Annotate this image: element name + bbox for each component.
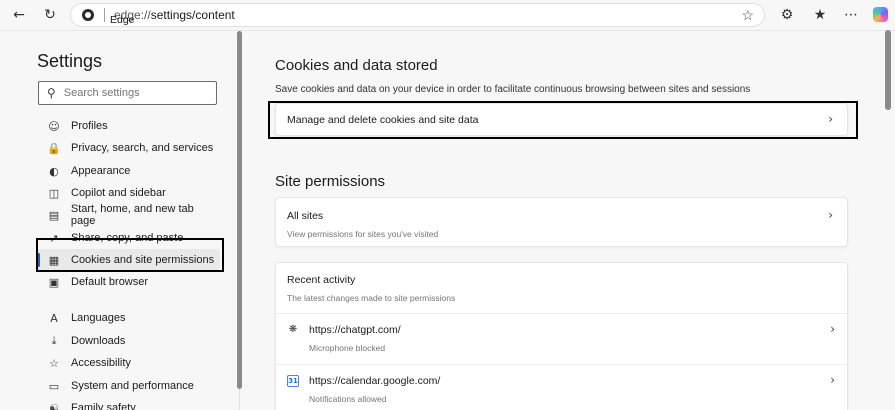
chevron-right-icon: › — [830, 373, 835, 387]
search-placeholder: Search settings — [63, 87, 140, 99]
laptop-icon: ▭ — [48, 379, 60, 393]
search-icon: ⚲ — [47, 86, 56, 100]
sidebar-highlight-box — [36, 238, 224, 272]
recent-activity-subtitle: The latest changes made to site permissi… — [287, 293, 456, 303]
address-divider — [104, 8, 105, 22]
refresh-icon[interactable]: ↻ — [39, 4, 61, 26]
chatgpt-icon: ❋ — [288, 324, 298, 335]
manage-cookies-highlight-box — [268, 101, 858, 139]
sidebar-item-start-home[interactable]: ▤ Start, home, and new tab page — [37, 203, 220, 227]
favorite-star-icon[interactable]: ☆ — [741, 7, 754, 24]
chevron-right-icon: › — [830, 322, 835, 336]
sidebar-item-label: Family safety — [71, 402, 136, 410]
favorites-icon[interactable]: ★ — [809, 4, 831, 26]
profile-icon: ☺ — [48, 119, 60, 133]
sidebar-item-label: Start, home, and new tab page — [70, 203, 194, 227]
cookies-description: Save cookies and data on your device in … — [275, 84, 751, 95]
recent-site-row[interactable]: ❋ https://chatgpt.com/ Microphone blocke… — [276, 313, 849, 363]
address-bar[interactable]: Edge edge://settings/content ☆ — [70, 3, 765, 27]
sidebar-item-copilot[interactable]: ◫ Copilot and sidebar — [37, 182, 220, 204]
google-calendar-icon: 31 — [287, 375, 299, 387]
palette-icon: ◐ — [49, 164, 59, 178]
recent-site-row[interactable]: 31 https://calendar.google.com/ Notifica… — [276, 364, 849, 410]
copilot-icon[interactable] — [873, 7, 888, 22]
cookies-heading: Cookies and data stored — [275, 57, 438, 74]
site-permissions-heading: Site permissions — [275, 173, 386, 190]
sidebar-item-label: Default browser — [71, 276, 149, 288]
url-path: settings/content — [150, 8, 235, 22]
address-site-name: Edge — [110, 14, 135, 26]
browser-toolbar: ← ↻ Edge edge://settings/content ☆ ⚙ ★ ⋯ — [0, 0, 895, 30]
search-settings-input[interactable]: ⚲ Search settings — [38, 81, 217, 105]
settings-sidebar: Settings ⚲ Search settings ☺ Profiles 🔒 … — [4, 31, 242, 410]
sidebar-item-profiles[interactable]: ☺ Profiles — [37, 115, 220, 137]
all-sites-card[interactable]: All sites View permissions for sites you… — [275, 197, 848, 247]
sidebar-item-privacy[interactable]: 🔒 Privacy, search, and services — [37, 137, 220, 159]
sidebar-item-downloads[interactable]: ⤓ Downloads — [37, 330, 220, 352]
back-icon[interactable]: ← — [8, 4, 30, 26]
sidebar-item-label: Accessibility — [71, 357, 131, 369]
sidebar-item-label: Languages — [71, 312, 126, 324]
sidebar-icon: ◫ — [48, 186, 60, 200]
sidebar-item-label: Privacy, search, and services — [71, 142, 214, 154]
all-sites-title: All sites — [287, 210, 324, 222]
accessibility-icon: ☆ — [49, 356, 59, 370]
main-scrollbar-thumb[interactable] — [885, 30, 891, 110]
browser-icon: ▣ — [48, 275, 60, 289]
extensions-icon[interactable]: ⚙ — [776, 4, 798, 26]
sidebar-item-label: Downloads — [71, 335, 126, 347]
recent-site-status: Notifications allowed — [309, 394, 387, 404]
home-icon: ▤ — [48, 208, 60, 222]
sidebar-item-label: System and performance — [71, 380, 194, 392]
sidebar-item-default-browser[interactable]: ▣ Default browser — [37, 271, 220, 293]
lock-icon: 🔒 — [47, 141, 61, 155]
language-icon: A — [50, 311, 58, 325]
recent-site-status: Microphone blocked — [309, 343, 386, 353]
settings-frame: Settings ⚲ Search settings ☺ Profiles 🔒 … — [0, 30, 895, 410]
recent-activity-card: Recent activity The latest changes made … — [275, 262, 849, 410]
recent-site-name: https://calendar.google.com/ — [309, 375, 441, 387]
download-icon: ⤓ — [51, 334, 57, 347]
all-sites-subtitle: View permissions for sites you've visite… — [287, 229, 439, 239]
sidebar-item-label: Profiles — [71, 120, 108, 132]
settings-title: Settings — [37, 51, 103, 71]
sidebar-item-system[interactable]: ▭ System and performance — [37, 375, 220, 397]
chevron-right-icon: › — [828, 208, 833, 222]
sidebar-item-label: Appearance — [71, 165, 131, 177]
more-options-icon[interactable]: ⋯ — [840, 4, 862, 26]
sidebar-item-label: Copilot and sidebar — [71, 187, 166, 199]
recent-site-name: https://chatgpt.com/ — [309, 324, 401, 336]
recent-activity-title: Recent activity — [287, 274, 356, 286]
sidebar-item-family[interactable]: ☯ Family safety — [37, 397, 220, 410]
sidebar-item-accessibility[interactable]: ☆ Accessibility — [37, 352, 220, 374]
main-content: Cookies and data stored Save cookies and… — [240, 31, 885, 410]
edge-logo-icon — [82, 9, 94, 21]
family-icon: ☯ — [49, 401, 59, 410]
sidebar-item-appearance[interactable]: ◐ Appearance — [37, 160, 220, 182]
sidebar-item-languages[interactable]: A Languages — [37, 307, 220, 329]
